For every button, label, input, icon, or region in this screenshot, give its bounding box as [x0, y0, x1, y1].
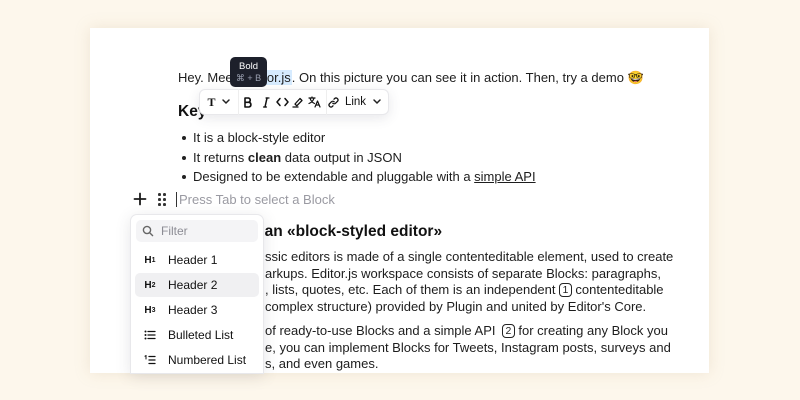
tool-label: Numbered List: [168, 353, 247, 367]
numbered-list-icon: [140, 350, 160, 370]
paragraph-line: complex structure) provided by Plugin an…: [265, 299, 647, 314]
translate-icon: [307, 96, 321, 108]
empty-block[interactable]: Press Tab to select a Block: [176, 192, 335, 207]
block-placeholder: Press Tab to select a Block: [179, 192, 335, 207]
link-label: Link: [344, 96, 367, 108]
text-type-icon: T: [207, 94, 216, 109]
marker-icon: [292, 97, 303, 108]
header-2-icon: H2: [144, 279, 156, 291]
tool-label: Header 1: [168, 253, 218, 267]
drag-handle[interactable]: [155, 190, 169, 208]
add-block-button[interactable]: [131, 190, 149, 208]
tool-label: Bulleted List: [168, 328, 234, 342]
chevron-down-icon: [373, 99, 381, 105]
heading-block-styled[interactable]: ean «block-styled editor»: [256, 223, 442, 241]
simple-api-link[interactable]: simple API: [474, 169, 535, 184]
bold-tooltip: Bold ⌘ + B: [230, 57, 267, 87]
paragraph-line: ssic editors is made of a single content…: [265, 249, 674, 264]
convert-to-button[interactable]: T: [200, 90, 238, 114]
code-icon: [275, 97, 289, 107]
link-icon: [328, 96, 339, 108]
paragraph-line: arkups. Editor.js workspace consists of …: [265, 266, 661, 281]
bold-button[interactable]: [239, 90, 257, 114]
intro-text-end: . On this picture you can see it in acti…: [291, 70, 624, 85]
nerd-emoji: 🤓: [627, 70, 644, 85]
chevron-down-icon: [221, 99, 230, 105]
tool-header-1[interactable]: H1 Header 1: [135, 248, 259, 272]
list-item: It returns clean data output in JSON: [180, 148, 536, 168]
paragraph-line: s, and even games.: [265, 356, 379, 371]
paragraph-line: , lists, quotes, etc. Each of them is an…: [265, 282, 664, 297]
tooltip-shortcut: ⌘ + B: [235, 73, 262, 83]
tool-header-2[interactable]: H2 Header 2: [135, 273, 259, 297]
link-button[interactable]: Link: [327, 90, 383, 114]
marker-button[interactable]: [290, 90, 306, 114]
filter-input[interactable]: [161, 224, 256, 238]
paragraph-line: e, you can implement Blocks for Tweets, …: [265, 340, 671, 355]
tool-bulleted-list[interactable]: Bulleted List: [135, 323, 259, 347]
tool-label: Header 2: [168, 278, 218, 292]
inline-toolbar: T Link: [199, 89, 389, 115]
bulleted-list-icon: [140, 325, 160, 345]
text-cursor: [176, 192, 177, 207]
list-item: It is a block-style editor: [180, 128, 536, 148]
inline-code-button[interactable]: [274, 90, 290, 114]
tool-header-3[interactable]: H3 Header 3: [135, 298, 259, 322]
bold-icon: [244, 96, 252, 108]
italic-icon: [262, 96, 270, 108]
tooltip-title: Bold: [238, 61, 258, 72]
tool-label: Header 3: [168, 303, 218, 317]
features-list[interactable]: It is a block-style editor It returns cl…: [180, 128, 536, 187]
toolbox-search[interactable]: [136, 220, 258, 242]
footnote-badge: 1: [558, 283, 573, 297]
list-item: Designed to be extendable and pluggable …: [180, 167, 536, 187]
header-1-icon: H1: [144, 254, 156, 266]
search-icon: [142, 225, 154, 237]
italic-button[interactable]: [257, 90, 274, 114]
header-3-icon: H3: [144, 304, 156, 316]
plus-icon: [133, 192, 147, 206]
paragraph-line: of ready-to-use Blocks and a simple API 2…: [265, 323, 668, 338]
tool-numbered-list[interactable]: Numbered List: [135, 348, 259, 372]
block-toolbox: H1 Header 1 H2 Header 2 H3 Header 3 Bull…: [130, 214, 264, 374]
translate-button[interactable]: [306, 90, 322, 114]
footnote-badge: 2: [501, 324, 516, 338]
